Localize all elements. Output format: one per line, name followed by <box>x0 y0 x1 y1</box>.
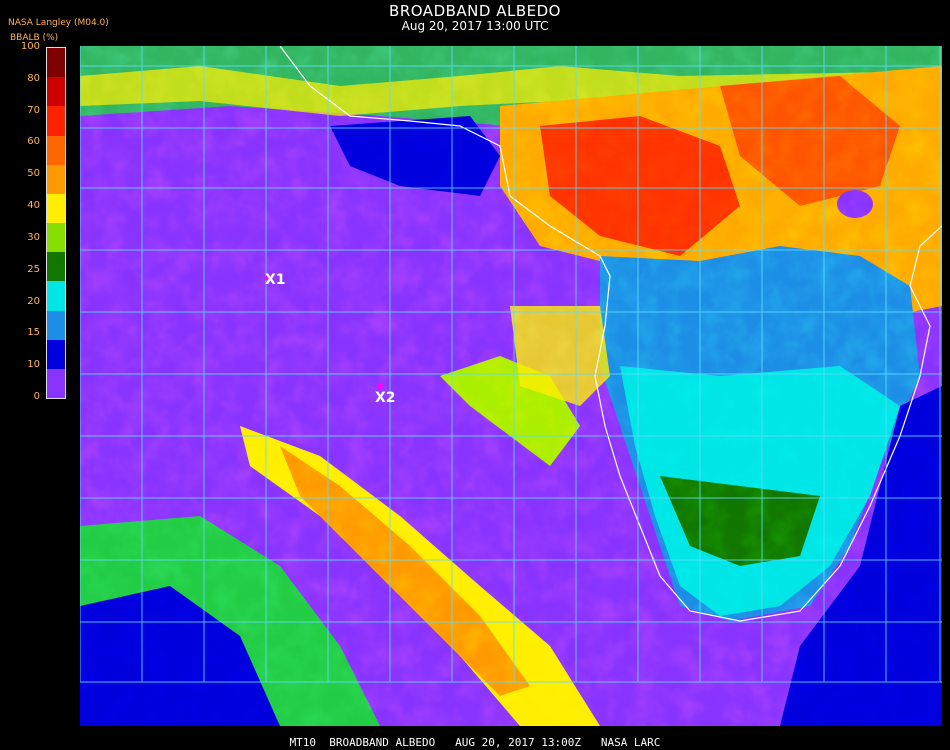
colorbar-segment <box>47 281 65 311</box>
producer-label: NASA Langley (M04.0) <box>8 18 109 28</box>
colorbar-tick-label: 100 <box>20 41 40 52</box>
colorbar-tick-label: 15 <box>27 327 40 339</box>
colorbar-segment <box>47 193 65 224</box>
colorbar-segment <box>47 48 65 78</box>
colorbar-tick-label: 70 <box>27 104 40 116</box>
colorbar-tick-label: 30 <box>27 231 40 243</box>
colorbar-tick-label: 0 <box>33 391 40 402</box>
colorbar-segment <box>47 368 65 399</box>
marker-x2-label: X2 <box>375 390 396 406</box>
cloud-texture <box>80 46 942 726</box>
colorbar-segment <box>47 223 65 253</box>
colorbar-segment <box>47 77 65 107</box>
colorbar-segment <box>47 339 65 370</box>
marker-x2-dot <box>377 383 383 389</box>
colorbar <box>46 47 66 399</box>
colorbar-tick-label: 10 <box>27 359 40 371</box>
colorbar-tick-label: 50 <box>27 168 40 180</box>
albedo-map: X1 X2 <box>79 45 943 726</box>
colorbar-tick-label: 80 <box>27 72 40 84</box>
colorbar-tick-label: 40 <box>27 200 40 212</box>
colorbar-segment <box>47 252 65 282</box>
colorbar-tick-label: 25 <box>27 263 40 275</box>
colorbar-segment <box>47 106 65 136</box>
colorbar-segment <box>47 135 65 166</box>
footer-caption: MT10 BROADBAND ALBEDO AUG 20, 2017 13:00… <box>289 736 661 749</box>
chart-subtitle: Aug 20, 2017 13:00 UTC <box>401 19 549 33</box>
chart-title: BROADBAND ALBEDO <box>389 2 561 20</box>
colorbar-tick-label: 20 <box>27 295 40 307</box>
marker-x1-label: X1 <box>265 272 286 288</box>
colorbar-segment <box>47 164 65 195</box>
colorbar-tick-label: 60 <box>27 136 40 148</box>
colorbar-segment <box>47 310 65 341</box>
